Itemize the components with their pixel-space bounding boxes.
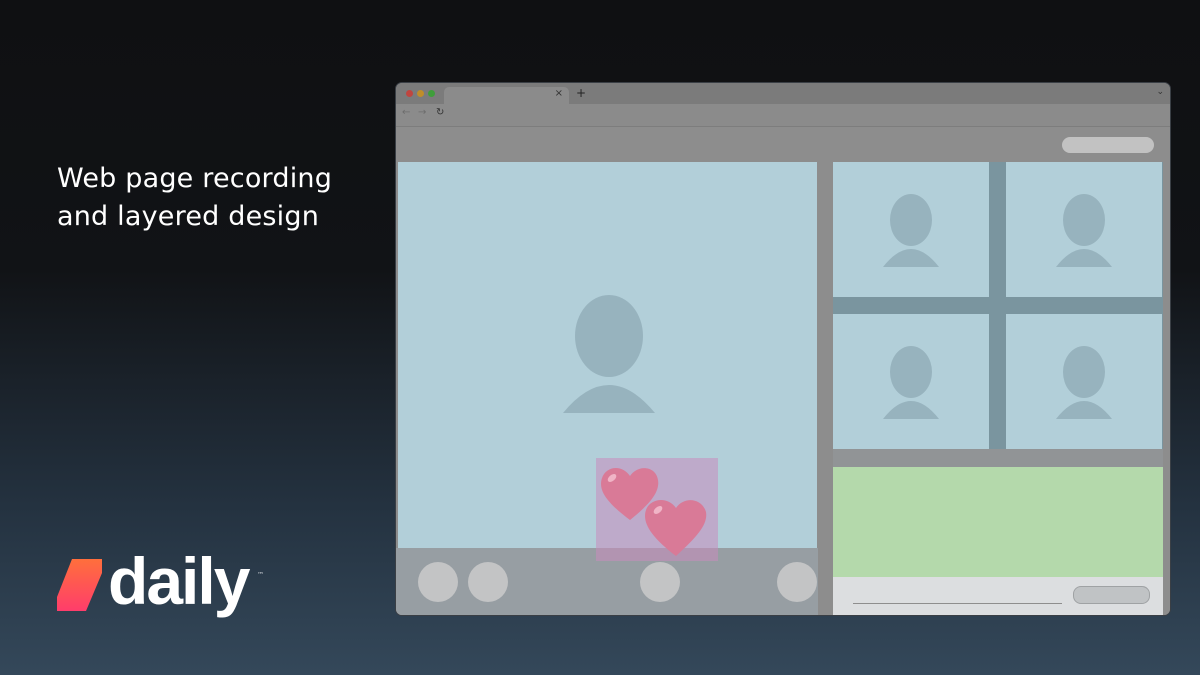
daily-logo: daily ™ xyxy=(56,544,276,627)
control-button-1[interactable] xyxy=(418,562,458,602)
new-tab-button[interactable]: + xyxy=(576,86,586,100)
tab-bar: × + ⌄ xyxy=(396,83,1170,104)
header-pill-button[interactable] xyxy=(1062,137,1154,153)
reaction-overlay xyxy=(596,458,718,561)
participant-tile xyxy=(833,162,989,297)
avatar-placeholder-icon xyxy=(563,295,655,413)
tab-menu-chevron-icon[interactable]: ⌄ xyxy=(1156,87,1164,97)
headline-line-2: and layered design xyxy=(57,201,320,232)
browser-toolbar: ← → ↻ xyxy=(396,104,1170,127)
headline: Web page recording and layered design xyxy=(57,160,332,236)
panel-divider xyxy=(833,449,1163,467)
control-button-4[interactable] xyxy=(777,562,817,602)
participant-tile xyxy=(1006,162,1162,297)
browser-tab[interactable]: × xyxy=(444,87,569,104)
reload-icon[interactable]: ↻ xyxy=(436,107,444,118)
close-window-button[interactable] xyxy=(406,90,413,97)
browser-window: × + ⌄ ← → ↻ xyxy=(396,83,1170,615)
trademark: ™ xyxy=(257,571,264,579)
minimize-window-button[interactable] xyxy=(417,90,424,97)
participant-tile xyxy=(1006,314,1162,449)
daily-wordmark: daily xyxy=(108,544,250,618)
two-hearts-icon xyxy=(601,467,707,556)
avatar-placeholder-icon xyxy=(883,346,939,419)
headline-line-1: Web page recording xyxy=(57,163,333,194)
avatar-placeholder-icon xyxy=(883,194,939,267)
participant-tile xyxy=(833,314,989,449)
forward-arrow-icon[interactable]: → xyxy=(418,107,426,118)
maximize-window-button[interactable] xyxy=(428,90,435,97)
participant-grid xyxy=(833,162,1163,449)
daily-logo-mark-icon xyxy=(57,559,102,611)
chat-input-bar xyxy=(833,577,1163,615)
chat-send-button[interactable] xyxy=(1073,586,1150,604)
back-arrow-icon[interactable]: ← xyxy=(402,107,410,118)
tab-close-icon[interactable]: × xyxy=(555,88,563,99)
avatar-placeholder-icon xyxy=(1056,346,1112,419)
page-content xyxy=(396,127,1170,615)
control-button-3[interactable] xyxy=(640,562,680,602)
chat-text-input[interactable] xyxy=(853,603,1062,604)
chat-panel xyxy=(833,467,1163,577)
control-button-2[interactable] xyxy=(468,562,508,602)
avatar-placeholder-icon xyxy=(1056,194,1112,267)
